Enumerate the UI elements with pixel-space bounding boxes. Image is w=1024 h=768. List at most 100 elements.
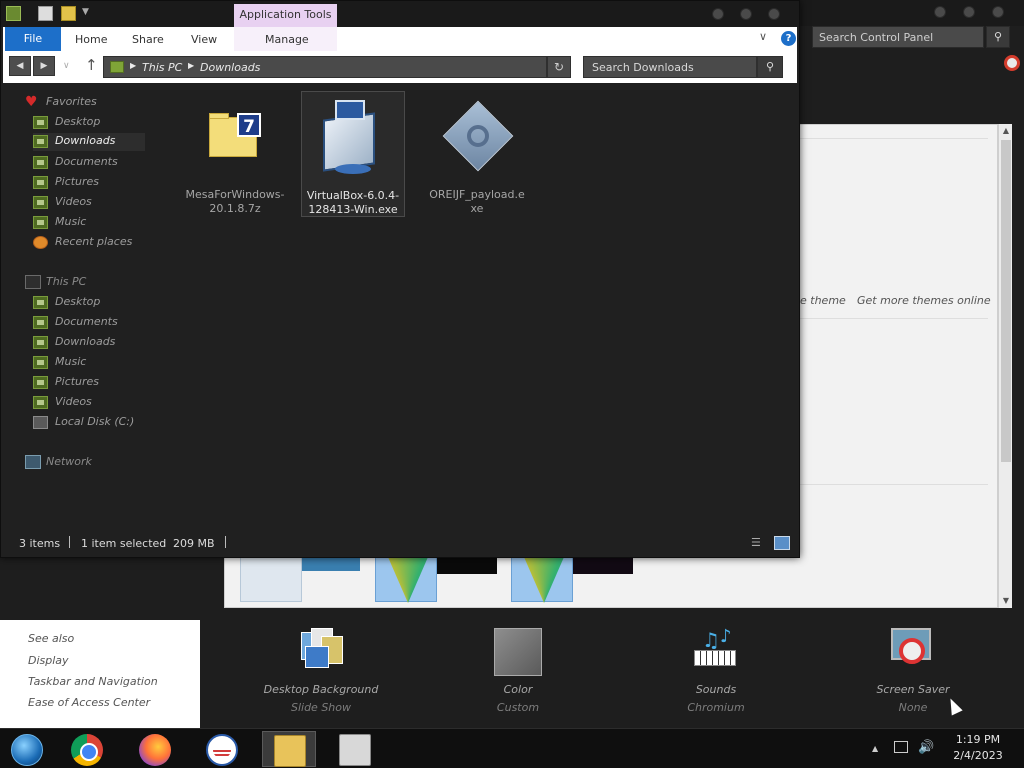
breadcrumb-arrow-icon[interactable]: ▶ [188, 61, 194, 70]
file-item[interactable]: 7 MesaForWindows-20.1.8.7z [183, 91, 287, 217]
nav-item-recent-places[interactable]: Recent places [33, 234, 145, 252]
theme-thumbnail[interactable] [511, 556, 573, 603]
sounds-item[interactable]: ♫ ♪ Sounds Chromium [646, 626, 786, 714]
start-button[interactable] [0, 731, 54, 767]
nav-item-pc-pictures[interactable]: Pictures [33, 374, 145, 392]
forward-button[interactable]: ▶ [33, 56, 55, 76]
nav-item-pc-downloads[interactable]: Downloads [33, 334, 145, 352]
nav-item-documents[interactable]: Documents [33, 154, 145, 172]
volume-icon[interactable]: 🔊 [918, 740, 934, 755]
documents-folder-icon [33, 316, 48, 329]
folder-icon [110, 61, 124, 73]
tab-share[interactable]: Share [132, 27, 164, 51]
network-icon [25, 455, 41, 469]
nav-item-videos[interactable]: Videos [33, 194, 145, 212]
cp-close-button[interactable] [992, 6, 1004, 18]
pencils-icon [524, 557, 564, 603]
color-icon [494, 626, 542, 676]
nav-item-label: Desktop [55, 115, 101, 128]
nav-item-downloads[interactable]: Downloads [33, 133, 145, 151]
music-folder-icon [33, 216, 48, 229]
nav-network[interactable]: Network [23, 454, 151, 472]
cp-maximize-button[interactable] [963, 6, 975, 18]
theme-thumbnail-strip [300, 556, 360, 571]
screen-saver-item[interactable]: Screen Saver None [843, 626, 983, 714]
pencils-icon [388, 557, 428, 603]
nav-item-label: Pictures [55, 375, 100, 388]
taskbar-store[interactable] [328, 731, 382, 767]
taskbar-obama-app[interactable] [195, 731, 249, 767]
scroll-up-icon[interactable]: ▲ [999, 124, 1013, 138]
nav-item-local-disk[interactable]: Local Disk (C:) [33, 414, 145, 432]
nav-item-pictures[interactable]: Pictures [33, 174, 145, 192]
breadcrumb-this-pc[interactable]: This PC [142, 61, 182, 74]
up-arrow-icon[interactable]: ↑ [85, 56, 98, 74]
see-also-link-display[interactable]: Display [28, 654, 69, 667]
properties-icon[interactable] [38, 6, 53, 21]
file-item[interactable]: OREIJF_payload.exe [425, 91, 529, 217]
taskbar-chrome[interactable] [60, 731, 114, 767]
control-panel-search-input[interactable]: Search Control Panel [812, 26, 984, 48]
nav-item-pc-videos[interactable]: Videos [33, 394, 145, 412]
tab-view[interactable]: View [191, 27, 217, 51]
nav-item-label: Music [55, 355, 87, 368]
search-downloads-input[interactable]: Search Downloads [583, 56, 757, 78]
minimize-button[interactable] [712, 8, 724, 20]
file-explorer-icon [274, 735, 306, 767]
theme-list-scrollbar[interactable]: ▲ ▼ [998, 124, 1012, 608]
nav-item-pc-documents[interactable]: Documents [33, 314, 145, 332]
see-also-link-ease-of-access[interactable]: Ease of Access Center [28, 696, 150, 709]
see-also-link-taskbar[interactable]: Taskbar and Navigation [28, 675, 158, 688]
nav-item-pc-music[interactable]: Music [33, 354, 145, 372]
nav-this-pc[interactable]: This PC [23, 274, 151, 292]
get-more-themes-link[interactable]: Get more themes online [857, 294, 991, 307]
recent-locations-icon[interactable]: ∨ [63, 61, 70, 71]
new-folder-icon[interactable] [61, 6, 76, 21]
search-icon[interactable]: ⚲ [757, 56, 783, 78]
save-theme-link[interactable]: e theme [800, 294, 846, 307]
refresh-icon[interactable]: ↻ [547, 56, 571, 78]
clock-time[interactable]: 1:19 PM [952, 733, 1004, 746]
nav-item-pc-desktop[interactable]: Desktop [33, 294, 145, 312]
cp-search-icon[interactable]: ⚲ [986, 26, 1010, 48]
nav-group-label: Favorites [46, 95, 97, 108]
screen-saver-value: None [898, 701, 928, 714]
cp-help-icon[interactable] [1004, 55, 1020, 71]
nav-item-label: Desktop [55, 295, 101, 308]
theme-thumbnail[interactable] [240, 556, 302, 602]
cp-minimize-button[interactable] [934, 6, 946, 18]
show-hidden-icons-icon[interactable]: ▲ [872, 744, 878, 753]
file-item[interactable]: VirtualBox-6.0.4-128413-Win.exe [301, 91, 405, 217]
videos-folder-icon [33, 396, 48, 409]
network-tray-icon[interactable] [894, 741, 908, 753]
taskbar-firefox[interactable] [128, 731, 182, 767]
nav-favorites[interactable]: ♥ Favorites [23, 94, 151, 112]
breadcrumb-downloads[interactable]: Downloads [200, 61, 260, 74]
close-button[interactable] [768, 8, 780, 20]
tab-manage[interactable]: Manage [265, 27, 309, 51]
color-item[interactable]: Color Custom [448, 626, 588, 714]
theme-thumbnail[interactable] [375, 556, 437, 603]
large-icons-view-icon[interactable] [774, 536, 790, 550]
help-icon[interactable]: ? [781, 31, 796, 46]
color-value: Custom [496, 701, 540, 714]
back-button[interactable]: ◀ [9, 56, 31, 76]
breadcrumb-arrow-icon[interactable]: ▶ [130, 61, 136, 70]
address-bar[interactable]: ▶ This PC ▶ Downloads [103, 56, 547, 78]
taskbar-file-explorer[interactable] [262, 731, 316, 767]
details-view-icon[interactable]: ☰ [751, 536, 767, 550]
tab-home[interactable]: Home [75, 27, 107, 51]
clock-date[interactable]: 2/4/2023 [945, 749, 1011, 762]
quick-access-dropdown-icon[interactable]: ▼ [82, 7, 89, 17]
nav-item-desktop[interactable]: Desktop [33, 114, 145, 132]
tab-file[interactable]: File [5, 27, 61, 51]
expand-ribbon-icon[interactable]: ∨ [759, 30, 767, 43]
nav-item-music[interactable]: Music [33, 214, 145, 232]
scroll-thumb[interactable] [1001, 140, 1011, 462]
scroll-down-icon[interactable]: ▼ [999, 594, 1013, 608]
maximize-button[interactable] [740, 8, 752, 20]
divider [800, 484, 988, 485]
explorer-titlebar[interactable]: ▼ Application Tools [1, 1, 799, 27]
item-count: 3 items [19, 537, 61, 550]
desktop-background-item[interactable]: Desktop Background Slide Show [251, 626, 391, 714]
